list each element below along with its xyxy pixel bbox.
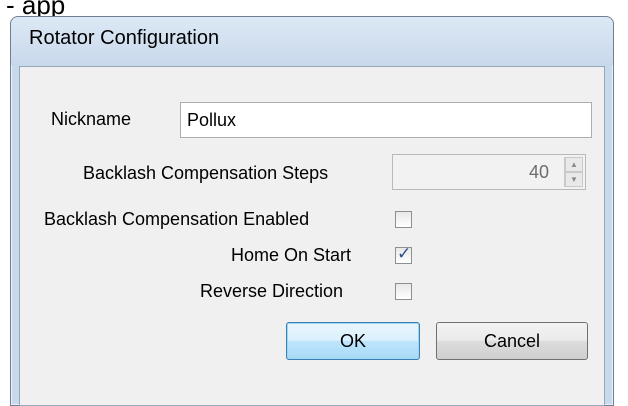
backlash-enabled-label: Backlash Compensation Enabled (44, 209, 310, 229)
home-on-start-checkbox[interactable]: ✓ (395, 244, 412, 264)
spin-down-icon[interactable]: ▼ (565, 172, 583, 187)
title-bar[interactable]: Rotator Configuration (11, 17, 613, 65)
nickname-field[interactable] (180, 102, 592, 138)
home-on-start-label: Home On Start (231, 245, 352, 265)
ok-button[interactable]: OK (286, 322, 420, 360)
backlash-steps-label: Backlash Compensation Steps (83, 163, 329, 183)
dialog-content: Nickname Backlash Compensation Steps 40 … (19, 66, 605, 406)
reverse-direction-label: Reverse Direction (200, 281, 344, 301)
backlash-enabled-checkbox[interactable] (395, 211, 412, 228)
spin-buttons: ▲ ▼ (564, 157, 583, 187)
cancel-button[interactable]: Cancel (436, 322, 588, 360)
checkmark-icon: ✓ (397, 244, 412, 263)
window-title: Rotator Configuration (29, 27, 220, 49)
spin-up-icon[interactable]: ▲ (565, 157, 583, 172)
reverse-direction-checkbox[interactable] (395, 283, 412, 300)
backlash-steps-value: 40 (528, 162, 549, 182)
nickname-label: Nickname (51, 109, 132, 129)
rotator-configuration-dialog: Rotator Configuration Nickname Backlash … (10, 16, 614, 406)
backlash-steps-stepper[interactable]: 40 ▲ ▼ (392, 154, 586, 190)
